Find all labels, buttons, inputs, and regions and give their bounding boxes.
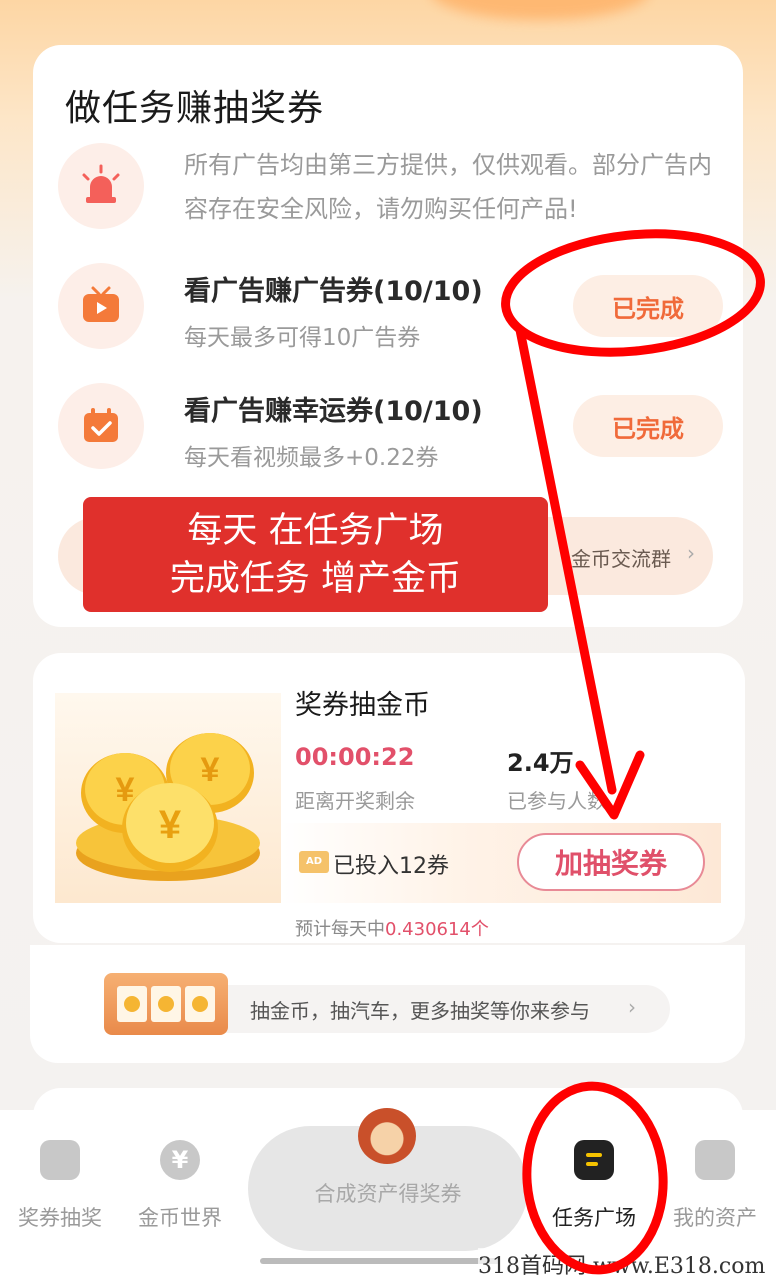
add-coupon-button[interactable]: 加抽奖券 [517,833,705,891]
coin-group-label: 金币交流群 [571,547,671,571]
nav-item-my-assets[interactable]: 我的资产 [655,1140,775,1232]
slot-machine-icon [104,973,228,1035]
participant-count: 2.4万 [507,749,574,777]
nav-label: 金币世界 [138,1206,222,1230]
lottery-card: ¥ ¥ ¥ 奖券抽金币 00:00:22 距离开奖剩余 2.4万 已参与人数 A… [33,653,745,943]
expected-daily: 预计每天中0.430614个 [295,915,489,941]
ad-ticket-icon: AD [299,851,329,873]
task-title: 看广告赚广告券(10/10) [184,276,483,307]
svg-text:¥: ¥ [201,751,220,789]
home-indicator [260,1258,500,1264]
more-lottery-link[interactable]: 抽金币，抽汽车，更多抽奖等你来参与 › [170,985,670,1033]
svg-text:¥: ¥ [159,803,182,847]
header-glow [430,0,650,20]
gift-icon [40,1140,80,1180]
nav-label: 我的资产 [673,1206,757,1230]
invested-count: 已投入12券 [333,854,449,879]
expected-prefix: 预计每天中 [295,919,385,940]
task-subtitle: 每天看视频最多+0.22券 [184,445,439,471]
monkey-mascot-icon [358,1108,416,1164]
ad-notice: 所有广告均由第三方提供，仅供观看。部分广告内容存在安全风险，请勿购买任何产品! [58,143,723,243]
siren-icon [58,143,144,229]
countdown-label: 距离开奖剩余 [295,789,415,813]
more-lottery-text: 抽金币，抽汽车，更多抽奖等你来参与 [250,999,590,1023]
nav-item-coin-world[interactable]: ¥ 金币世界 [120,1140,240,1232]
slot-promo-card: 抽金币，抽汽车，更多抽奖等你来参与 › [30,945,745,1063]
invest-bar: AD 已投入12券 加抽奖券 [281,823,721,903]
nav-label: 任务广场 [552,1206,636,1230]
chevron-right-icon: › [628,995,636,1019]
tv-play-icon [58,263,144,349]
ad-notice-text: 所有广告均由第三方提供，仅供观看。部分广告内容存在安全风险，请勿购买任何产品! [184,151,712,223]
wallet-icon [695,1140,735,1180]
chevron-right-icon: › [687,541,695,565]
task-subtitle: 每天最多可得10广告券 [184,325,421,351]
watermark: 318首码网 www.E318.com [478,1248,766,1280]
gold-coins-image: ¥ ¥ ¥ [55,693,281,903]
task-row-lucky-coupon: 看广告赚幸运券(10/10) 每天看视频最多+0.22券 已完成 [58,383,723,473]
yuan-coin-icon: ¥ [160,1140,200,1180]
promo-banner-overlay: 每天 在任务广场 完成任务 增产金币 [83,497,548,612]
expected-value: 0.430614个 [385,919,489,940]
participant-label: 已参与人数 [507,789,607,813]
lottery-title: 奖券抽金币 [295,690,430,721]
nav-label: 奖券抽奖 [18,1206,102,1230]
task-title: 看广告赚幸运券(10/10) [184,396,483,427]
banner-line-1: 每天 在任务广场 [187,511,444,551]
nav-label: 合成资产得奖券 [314,1182,462,1206]
task-done-button[interactable]: 已完成 [573,395,723,457]
task-done-button[interactable]: 已完成 [573,275,723,337]
task-section-title: 做任务赚抽奖券 [65,88,325,129]
nav-item-lottery[interactable]: 奖券抽奖 [0,1140,120,1232]
countdown-timer: 00:00:22 [295,743,415,771]
banner-line-2: 完成任务 增产金币 [169,559,462,599]
calendar-check-icon [58,383,144,469]
nav-item-task-plaza[interactable]: 任务广场 [534,1140,654,1232]
task-row-ad-coupon: 看广告赚广告券(10/10) 每天最多可得10广告券 已完成 [58,263,723,353]
task-board-icon [574,1140,614,1180]
